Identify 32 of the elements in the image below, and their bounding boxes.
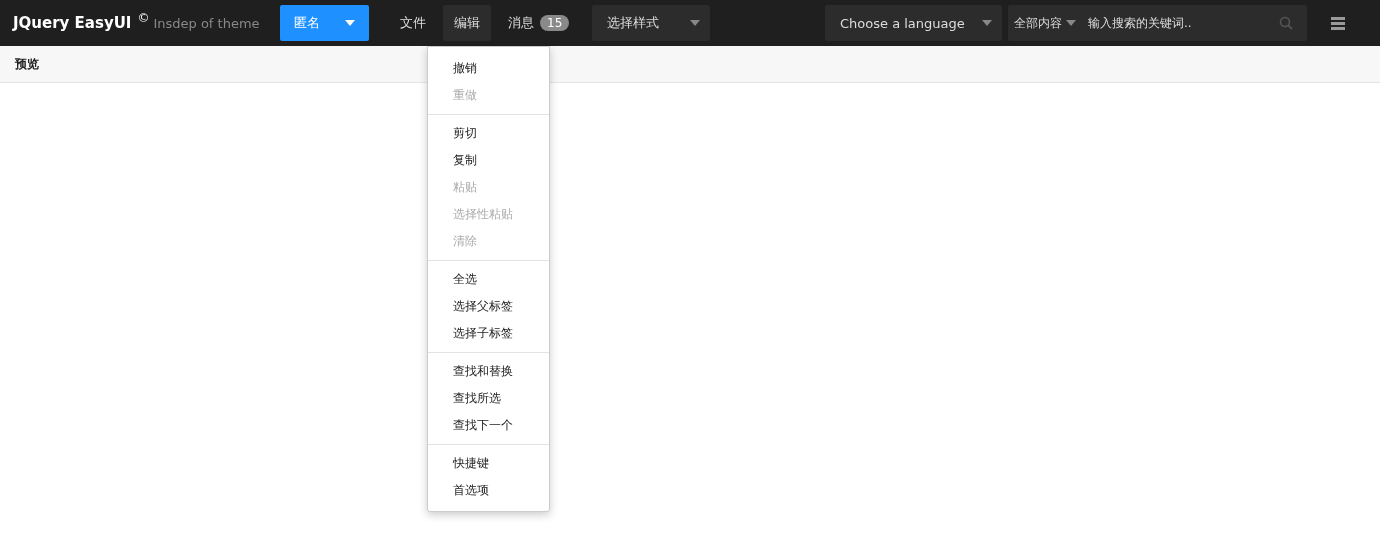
caret-icon <box>345 20 355 26</box>
menu-item[interactable]: 选择子标签 <box>428 320 549 347</box>
count-badge: 15 <box>540 15 570 31</box>
menu-icon[interactable] <box>1331 16 1345 30</box>
menu-item[interactable]: 全选 <box>428 266 549 293</box>
style-select[interactable]: 选择样式 <box>592 5 711 41</box>
preview-title: 预览 <box>15 55 39 73</box>
scope-select[interactable]: 全部内容 <box>1014 14 1076 32</box>
menu-item[interactable]: 快捷键 <box>428 450 549 477</box>
app-subtitle: Insdep of theme <box>153 16 260 31</box>
caret-icon <box>982 20 992 26</box>
select-value: 全部内容 <box>1014 14 1062 32</box>
caret-icon <box>690 20 701 26</box>
nav-item[interactable]: 编辑 <box>443 5 491 41</box>
search-field[interactable]: 全部内容 输入搜索的关键词.. <box>1008 5 1307 41</box>
copyright-mark: © <box>137 11 150 25</box>
menu-item[interactable]: 查找和替换 <box>428 358 549 385</box>
menu-item[interactable]: 查找所选 <box>428 385 549 412</box>
language-select[interactable]: Choose a language <box>825 5 1002 41</box>
menu-item[interactable]: 复制 <box>428 147 549 174</box>
caret-icon <box>1066 20 1076 26</box>
nav-item[interactable]: 消息 15 <box>497 5 581 41</box>
menu-item[interactable]: 选择父标签 <box>428 293 549 320</box>
app-logo: JQuery EasyUI <box>13 14 132 32</box>
select-value: Choose a language <box>840 15 965 31</box>
menu-item[interactable]: 撤销 <box>428 55 549 82</box>
menu-item[interactable]: 首选项 <box>428 477 549 504</box>
nav-label: 消息 <box>508 14 534 32</box>
select-value: 选择样式 <box>607 14 660 32</box>
nav-item[interactable]: 文件 <box>389 5 437 41</box>
menu-item[interactable]: 剪切 <box>428 120 549 147</box>
menu-item[interactable]: 查找下一个 <box>428 412 549 439</box>
